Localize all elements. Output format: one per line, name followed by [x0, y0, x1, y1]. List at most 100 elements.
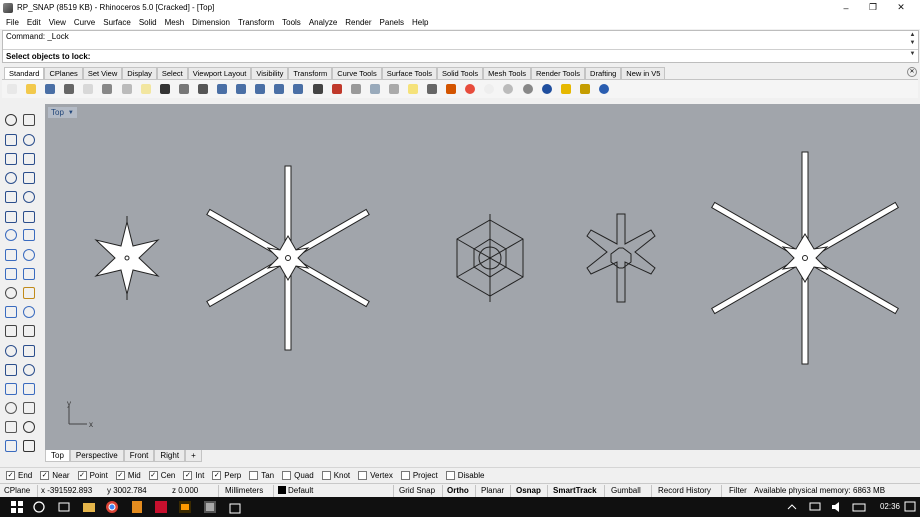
- history-scroll-up-icon[interactable]: ▲: [908, 32, 917, 38]
- record-history-toggle[interactable]: Record History: [658, 486, 711, 495]
- status-cplane[interactable]: CPlane: [4, 486, 30, 495]
- lightbulb-icon[interactable]: [406, 82, 420, 96]
- menu-tools[interactable]: Tools: [278, 18, 305, 27]
- keyboard-icon[interactable]: [852, 500, 866, 514]
- osnap-checkbox[interactable]: [249, 471, 259, 480]
- ellipse-icon[interactable]: [21, 151, 37, 167]
- osnap-checkbox[interactable]: ✓: [115, 471, 125, 480]
- cplane-icon[interactable]: [368, 82, 382, 96]
- tab-select[interactable]: Select: [156, 67, 188, 79]
- revolve-icon[interactable]: [21, 227, 37, 243]
- sphere-icon[interactable]: [21, 247, 37, 263]
- osnap-checkbox[interactable]: [321, 471, 331, 480]
- menu-file[interactable]: File: [2, 18, 23, 27]
- history-scroll-down-icon[interactable]: ▼: [908, 40, 917, 46]
- new-file-icon[interactable]: [5, 82, 19, 96]
- point-icon[interactable]: [21, 112, 37, 128]
- boolean-difference-icon[interactable]: [21, 304, 37, 320]
- gumball-toggle[interactable]: Gumball: [611, 486, 641, 495]
- text-icon[interactable]: [3, 362, 19, 378]
- polyline-icon[interactable]: [3, 132, 19, 148]
- store-icon[interactable]: [228, 500, 242, 514]
- tab-visibility[interactable]: Visibility: [251, 67, 289, 79]
- menu-view[interactable]: View: [45, 18, 70, 27]
- point-icon[interactable]: [387, 82, 401, 96]
- explode-icon[interactable]: [21, 343, 37, 359]
- menu-dimension[interactable]: Dimension: [188, 18, 234, 27]
- osnap-near[interactable]: ✓ Near: [40, 471, 70, 480]
- menu-solid[interactable]: Solid: [135, 18, 161, 27]
- select-arrow-icon[interactable]: [3, 112, 19, 128]
- zoom-extents-icon[interactable]: [253, 82, 267, 96]
- osnap-end[interactable]: ✓ End: [6, 471, 32, 480]
- network-icon[interactable]: [808, 500, 822, 514]
- tab-viewport-layout[interactable]: Viewport Layout: [187, 67, 252, 79]
- maximize-button[interactable]: ❐: [858, 0, 888, 15]
- model-object-large-star[interactable]: [206, 165, 370, 351]
- osnap-disable[interactable]: Disable: [445, 471, 484, 480]
- offset-curve-icon[interactable]: [21, 209, 37, 225]
- curve-icon[interactable]: [21, 132, 37, 148]
- menu-render[interactable]: Render: [341, 18, 375, 27]
- osnap-checkbox[interactable]: ✓: [77, 471, 87, 480]
- box-icon[interactable]: [3, 247, 19, 263]
- add-view-tab-button[interactable]: +: [185, 450, 202, 462]
- rhino-taskbar-icon[interactable]: [203, 500, 217, 514]
- notifications-icon[interactable]: [903, 500, 917, 514]
- tab-new-in-v5[interactable]: New in V5: [621, 67, 666, 79]
- array-icon[interactable]: [21, 400, 37, 416]
- model-object-hex-wireframe[interactable]: [456, 214, 524, 302]
- polygon-icon[interactable]: [3, 189, 19, 205]
- fillet-curve-icon[interactable]: [3, 209, 19, 225]
- trim-icon[interactable]: [21, 323, 37, 339]
- camera-icon[interactable]: [349, 82, 363, 96]
- tab-display[interactable]: Display: [122, 67, 157, 79]
- menu-mesh[interactable]: Mesh: [161, 18, 189, 27]
- top-viewport[interactable]: Top ▼ y x: [45, 104, 920, 450]
- zoom-selected-icon[interactable]: [272, 82, 286, 96]
- freeform-curve-icon[interactable]: [21, 189, 37, 205]
- join-icon[interactable]: [3, 343, 19, 359]
- move-icon[interactable]: [21, 381, 37, 397]
- osnap-mid[interactable]: ✓ Mid: [115, 471, 141, 480]
- tab-drafting[interactable]: Drafting: [585, 67, 622, 79]
- save-icon[interactable]: [43, 82, 57, 96]
- zoom-dynamic-icon[interactable]: [234, 82, 248, 96]
- ortho-toggle[interactable]: Ortho: [447, 486, 469, 495]
- mesh-icon[interactable]: [3, 285, 19, 301]
- rotate-view-icon[interactable]: [196, 82, 210, 96]
- osnap-checkbox[interactable]: ✓: [148, 471, 158, 480]
- block-icon[interactable]: [3, 400, 19, 416]
- osnap-point[interactable]: ✓ Point: [77, 471, 108, 480]
- osnap-toggle[interactable]: Osnap: [516, 486, 541, 495]
- tab-transform[interactable]: Transform: [288, 67, 333, 79]
- chrome-icon[interactable]: [105, 500, 119, 514]
- osnap-perp[interactable]: ✓ Perp: [212, 471, 241, 480]
- osnap-knot[interactable]: Knot: [321, 471, 350, 480]
- status-layer[interactable]: Default: [278, 486, 313, 495]
- tab-curve-tools[interactable]: Curve Tools: [332, 67, 382, 79]
- autocad-icon[interactable]: [154, 500, 168, 514]
- render-icon[interactable]: [3, 438, 19, 454]
- model-object-largest-star[interactable]: [711, 151, 899, 365]
- osnap-checkbox[interactable]: ✓: [212, 471, 222, 480]
- osnap-project[interactable]: Project: [400, 471, 438, 480]
- tab-mesh-tools[interactable]: Mesh Tools: [483, 67, 531, 79]
- object-properties-icon[interactable]: [444, 82, 458, 96]
- model-object-small-star[interactable]: [94, 216, 160, 300]
- environment-sphere-icon[interactable]: [521, 82, 535, 96]
- model-object-outline-star[interactable]: [586, 213, 656, 303]
- car-icon[interactable]: [330, 82, 344, 96]
- pan-icon[interactable]: [177, 82, 191, 96]
- analyze-icon[interactable]: [21, 419, 37, 435]
- cylinder-icon[interactable]: [21, 266, 37, 282]
- osnap-checkbox[interactable]: [358, 471, 368, 480]
- arc-icon[interactable]: [3, 170, 19, 186]
- light-icon[interactable]: [559, 82, 573, 96]
- task-view-icon[interactable]: [57, 500, 71, 514]
- search-icon[interactable]: [32, 500, 46, 514]
- tab-surface-tools[interactable]: Surface Tools: [381, 67, 438, 79]
- copy-icon[interactable]: [120, 82, 134, 96]
- osnap-checkbox[interactable]: ✓: [40, 471, 50, 480]
- menu-analyze[interactable]: Analyze: [305, 18, 341, 27]
